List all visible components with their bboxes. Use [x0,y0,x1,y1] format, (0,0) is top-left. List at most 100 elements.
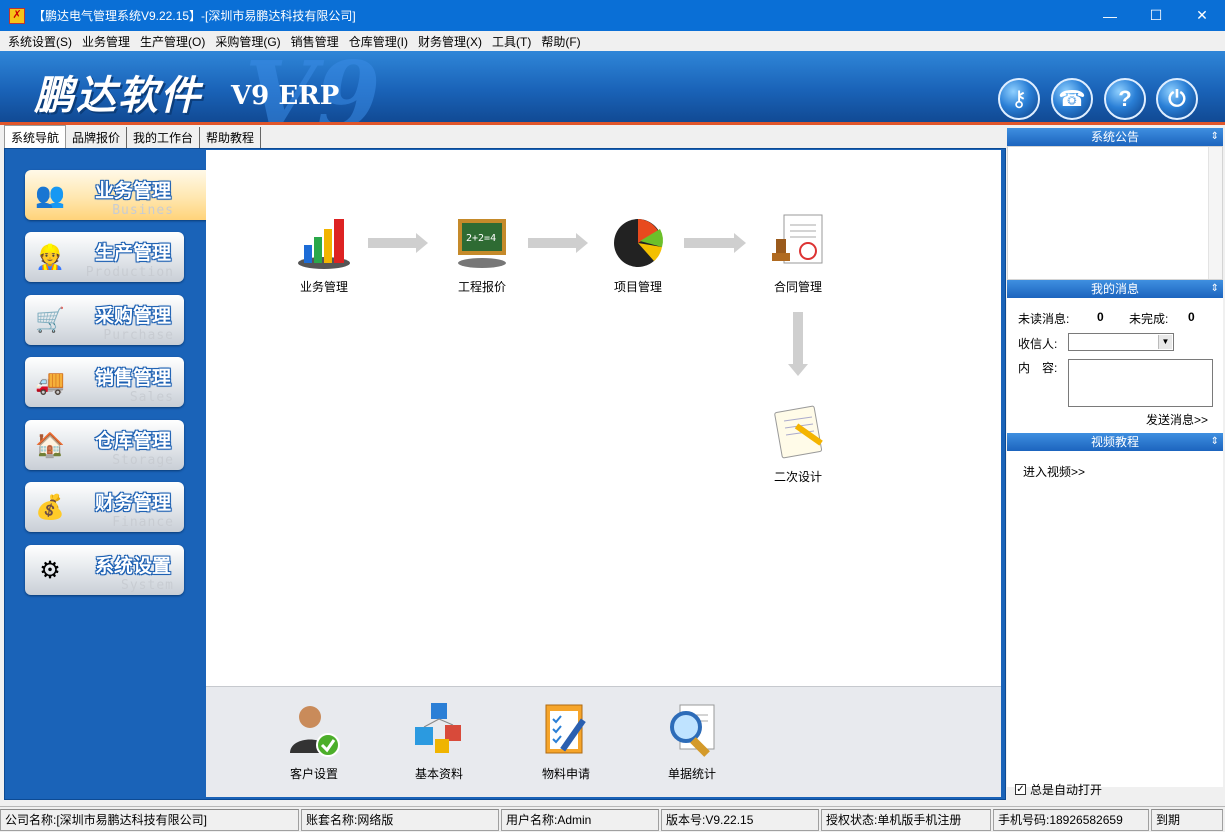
collapse-icon[interactable]: ⇕ [1211,433,1219,451]
nav-label: 采购管理 [95,306,172,327]
status-bar: 公司名称:[深圳市易鹏达科技有限公司] 账套名称:网络版 用户名称:Admin … [0,806,1225,832]
navigation-frame: 👥 业务管理 Busines 👷 生产管理 Production 🛒 采购管理 … [4,148,1006,800]
status-expire: 到期 [1151,808,1223,831]
key-icon[interactable]: ⚷ [998,78,1040,120]
worker-icon: 👷 [35,243,65,271]
app-logo-icon: ✗ [9,7,25,24]
flow-arrow [368,233,428,253]
help-icon[interactable]: ? [1104,78,1146,120]
messages-title: 我的消息 [1090,282,1139,296]
nav-label: 财务管理 [95,493,172,514]
quick-label: 物料申请 [541,767,590,781]
nav-business[interactable]: 👥 业务管理 Busines [25,170,207,220]
menu-production[interactable]: 生产管理(O) [135,33,210,50]
collapse-icon[interactable]: ⇕ [1211,128,1219,146]
menu-system-settings[interactable]: 系统设置(S) [3,33,77,50]
notice-scrollbar[interactable] [1208,147,1222,279]
notice-content [1007,146,1223,280]
flow-label: 项目管理 [613,280,662,294]
nav-storage[interactable]: 🏠 仓库管理 Storage [25,420,184,470]
nav-sublabel: Purchase [103,328,174,343]
video-title: 视频教程 [1090,435,1139,449]
tab-help-tutorial[interactable]: 帮助教程 [200,127,262,148]
nav-finance[interactable]: 💰 财务管理 Finance [25,482,184,532]
tab-brand-quote[interactable]: 品牌报价 [66,127,128,148]
flow-arrow [684,233,746,253]
menu-finance[interactable]: 财务管理(X) [413,33,487,50]
status-version: 版本号:V9.22.15 [661,808,819,831]
flow-redesign[interactable]: 二次设计 [758,400,838,485]
window-title: 【鹏达电气管理系统V9.22.15】-[深圳市易鹏达科技有限公司] [33,9,356,23]
menu-tools[interactable]: 工具(T) [487,33,536,50]
auto-open-option[interactable]: ✓ 总是自动打开 [1015,781,1102,798]
quick-material-request[interactable]: 物料申请 [521,699,611,782]
messages-panel: 未读消息: 0 未完成: 0 收信人: ▼ 内 容: 发送消息>> [1007,298,1223,433]
right-panel: 系统公告 ⇕ 我的消息 ⇕ 未读消息: 0 未完成: 0 收信人: ▼ 内 容:… [1007,128,1223,800]
auto-open-label: 总是自动打开 [1030,783,1103,797]
menu-business[interactable]: 业务管理 [77,33,135,50]
video-header[interactable]: 视频教程 ⇕ [1007,433,1223,451]
nav-sublabel: Finance [112,515,174,530]
messages-header[interactable]: 我的消息 ⇕ [1007,280,1223,298]
tab-my-workbench[interactable]: 我的工作台 [127,127,201,148]
flow-business[interactable]: 业务管理 [284,210,364,295]
nav-purchase[interactable]: 🛒 采购管理 Purchase [25,295,184,345]
enter-video-link[interactable]: 进入视频>> [1023,463,1085,480]
nav-production[interactable]: 👷 生产管理 Production [25,232,184,282]
title-bar: ✗ 【鹏达电气管理系统V9.22.15】-[深圳市易鹏达科技有限公司] — ☐ … [0,0,1225,31]
cubes-network-icon [409,699,469,759]
maximize-button[interactable]: ☐ [1133,0,1179,31]
checklist-pen-icon [536,699,596,759]
menu-purchase[interactable]: 采购管理(G) [210,33,285,50]
quick-document-stats[interactable]: 单据统计 [647,699,737,782]
tab-navigation[interactable]: 系统导航 [4,125,67,148]
nav-system[interactable]: ⚙ 系统设置 System [25,545,184,595]
nav-sublabel: Busines [112,203,174,218]
gears-icon: ⚙ [39,556,61,584]
flow-label: 二次设计 [773,470,822,484]
menu-help[interactable]: 帮助(F) [536,33,585,50]
nav-sublabel: Production [85,265,174,280]
quick-access-bar: 客户设置 基本资料 物料申请 单据统计 [206,686,1001,797]
nav-sales[interactable]: 🚚 销售管理 Sales [25,357,184,407]
flow-arrow [788,312,808,376]
header-banner: 鹏达软件 V9 V9 ERP ⚷ ☎ ? ⏻ [0,51,1225,125]
power-icon[interactable]: ⏻ [1156,78,1198,120]
content-label: 内 容: [1018,361,1058,375]
support-icon[interactable]: ☎ [1051,78,1093,120]
recipient-label: 收信人: [1018,337,1058,351]
nav-label: 仓库管理 [95,431,172,452]
dropdown-arrow-icon[interactable]: ▼ [1158,335,1172,349]
truck-icon: 🚚 [35,368,65,396]
flow-project[interactable]: 项目管理 [598,210,678,295]
collapse-icon[interactable]: ⇕ [1211,280,1219,298]
menu-warehouse[interactable]: 仓库管理(I) [344,33,413,50]
status-phone: 手机号码:18926582659 [993,808,1149,831]
bar-chart-icon [293,210,355,272]
nav-label: 系统设置 [95,556,172,577]
menu-sales[interactable]: 销售管理 [286,33,344,50]
quick-basic-data[interactable]: 基本资料 [394,699,484,782]
chalkboard-icon: 2+2=4 [451,210,513,272]
send-message-link[interactable]: 发送消息>> [1146,411,1208,428]
auto-open-checkbox[interactable]: ✓ [1015,784,1026,795]
status-company: 公司名称:[深圳市易鹏达科技有限公司] [0,808,299,831]
recipient-select[interactable]: ▼ [1068,333,1174,351]
quick-label: 客户设置 [289,767,338,781]
flow-quote[interactable]: 2+2=4 工程报价 [442,210,522,295]
contract-stamp-icon [767,210,829,272]
quick-customer[interactable]: 客户设置 [269,699,359,782]
minimize-button[interactable]: — [1087,0,1133,31]
brand-logo: 鹏达软件 [34,72,202,119]
close-button[interactable]: ✕ [1179,0,1225,31]
nav-sublabel: Storage [112,453,174,468]
notice-header[interactable]: 系统公告 ⇕ [1007,128,1223,146]
tab-strip: 系统导航 品牌报价 我的工作台 帮助教程 [0,125,1007,148]
video-panel: 进入视频>> [1007,451,1223,787]
flow-contract[interactable]: 合同管理 [758,210,838,295]
money-icon: 💰 [35,493,65,521]
message-content-input[interactable] [1068,359,1213,407]
pie-chart-icon [607,210,669,272]
status-account: 账套名称:网络版 [301,808,499,831]
customer-user-icon [284,699,344,759]
